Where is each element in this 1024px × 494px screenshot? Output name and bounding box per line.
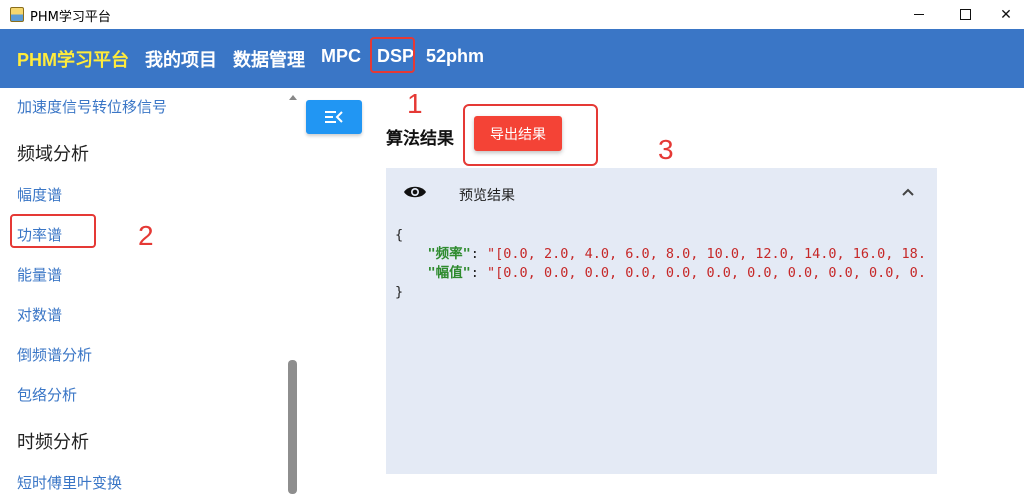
close-icon[interactable]: ✕ <box>988 0 1024 29</box>
power-spectrum-highlight-box <box>10 214 96 248</box>
json-close-brace: } <box>395 284 404 300</box>
dsp-highlight-box <box>370 37 415 73</box>
json-line-frequency: "频率": "[0.0, 2.0, 4.0, 6.0, 8.0, 10.0, 1… <box>427 246 926 262</box>
window-title: PHM学习平台 <box>30 10 111 25</box>
sidebar-item-energy-spectrum[interactable]: 能量谱 <box>17 264 62 285</box>
menu-toggle-button[interactable] <box>306 100 362 134</box>
app-icon <box>10 7 24 22</box>
json-key-frequency: "频率" <box>427 246 471 262</box>
json-value-frequency: "[0.0, 2.0, 4.0, 6.0, 8.0, 10.0, 12.0, 1… <box>487 246 926 262</box>
json-preview: { "频率": "[0.0, 2.0, 4.0, 6.0, 8.0, 10.0,… <box>395 226 937 302</box>
sidebar-heading-frequency-domain: 频域分析 <box>17 144 89 165</box>
scroll-up-icon[interactable] <box>289 95 297 100</box>
json-key-amplitude: "幅值" <box>427 265 471 281</box>
annotation-3: 3 <box>658 134 674 165</box>
sidebar-item-amplitude-spectrum[interactable]: 幅度谱 <box>17 184 62 205</box>
app-header: PHM学习平台 我的项目 数据管理 MPC DSP 52phm <box>0 29 1024 88</box>
nav-52phm[interactable]: 52phm <box>426 46 484 67</box>
window-titlebar: PHM学习平台 ✕ <box>0 0 1024 29</box>
preview-panel: 预览结果 { "频率": "[0.0, 2.0, 4.0, 6.0, 8.0, … <box>386 168 937 474</box>
preview-panel-header[interactable]: 预览结果 <box>386 168 937 218</box>
nav-mpc[interactable]: MPC <box>321 46 361 67</box>
eye-icon <box>404 186 426 198</box>
maximize-icon[interactable] <box>942 0 988 29</box>
json-line-amplitude: "幅值": "[0.0, 0.0, 0.0, 0.0, 0.0, 0.0, 0.… <box>427 265 926 281</box>
preview-panel-title: 预览结果 <box>459 188 515 204</box>
export-highlight-box <box>463 104 598 166</box>
brand-title[interactable]: PHM学习平台 <box>17 46 129 72</box>
sidebar-item-stft[interactable]: 短时傅里叶变换 <box>17 472 122 493</box>
sidebar-heading-time-frequency: 时频分析 <box>17 432 89 453</box>
nav-data-management[interactable]: 数据管理 <box>233 46 305 72</box>
chevron-up-icon[interactable] <box>901 187 915 197</box>
sidebar: 加速度信号转位移信号 频域分析 幅度谱 功率谱 能量谱 对数谱 倒频谱分析 包络… <box>0 88 300 494</box>
annotation-2: 2 <box>138 220 154 251</box>
sidebar-item-log-spectrum[interactable]: 对数谱 <box>17 304 62 325</box>
nav-my-projects[interactable]: 我的项目 <box>145 46 217 72</box>
json-open-brace: { <box>395 227 404 243</box>
annotation-1: 1 <box>407 88 423 119</box>
minimize-icon[interactable] <box>896 0 942 29</box>
scrollbar-thumb[interactable] <box>288 360 297 494</box>
json-value-amplitude: "[0.0, 0.0, 0.0, 0.0, 0.0, 0.0, 0.0, 0.0… <box>487 265 926 281</box>
sidebar-item-cepstrum[interactable]: 倒频谱分析 <box>17 344 92 365</box>
sidebar-item-envelope-analysis[interactable]: 包络分析 <box>17 384 77 405</box>
menu-collapse-icon <box>325 111 343 123</box>
section-title: 算法结果 <box>386 129 454 149</box>
sidebar-item-accel-to-displacement[interactable]: 加速度信号转位移信号 <box>17 96 167 117</box>
